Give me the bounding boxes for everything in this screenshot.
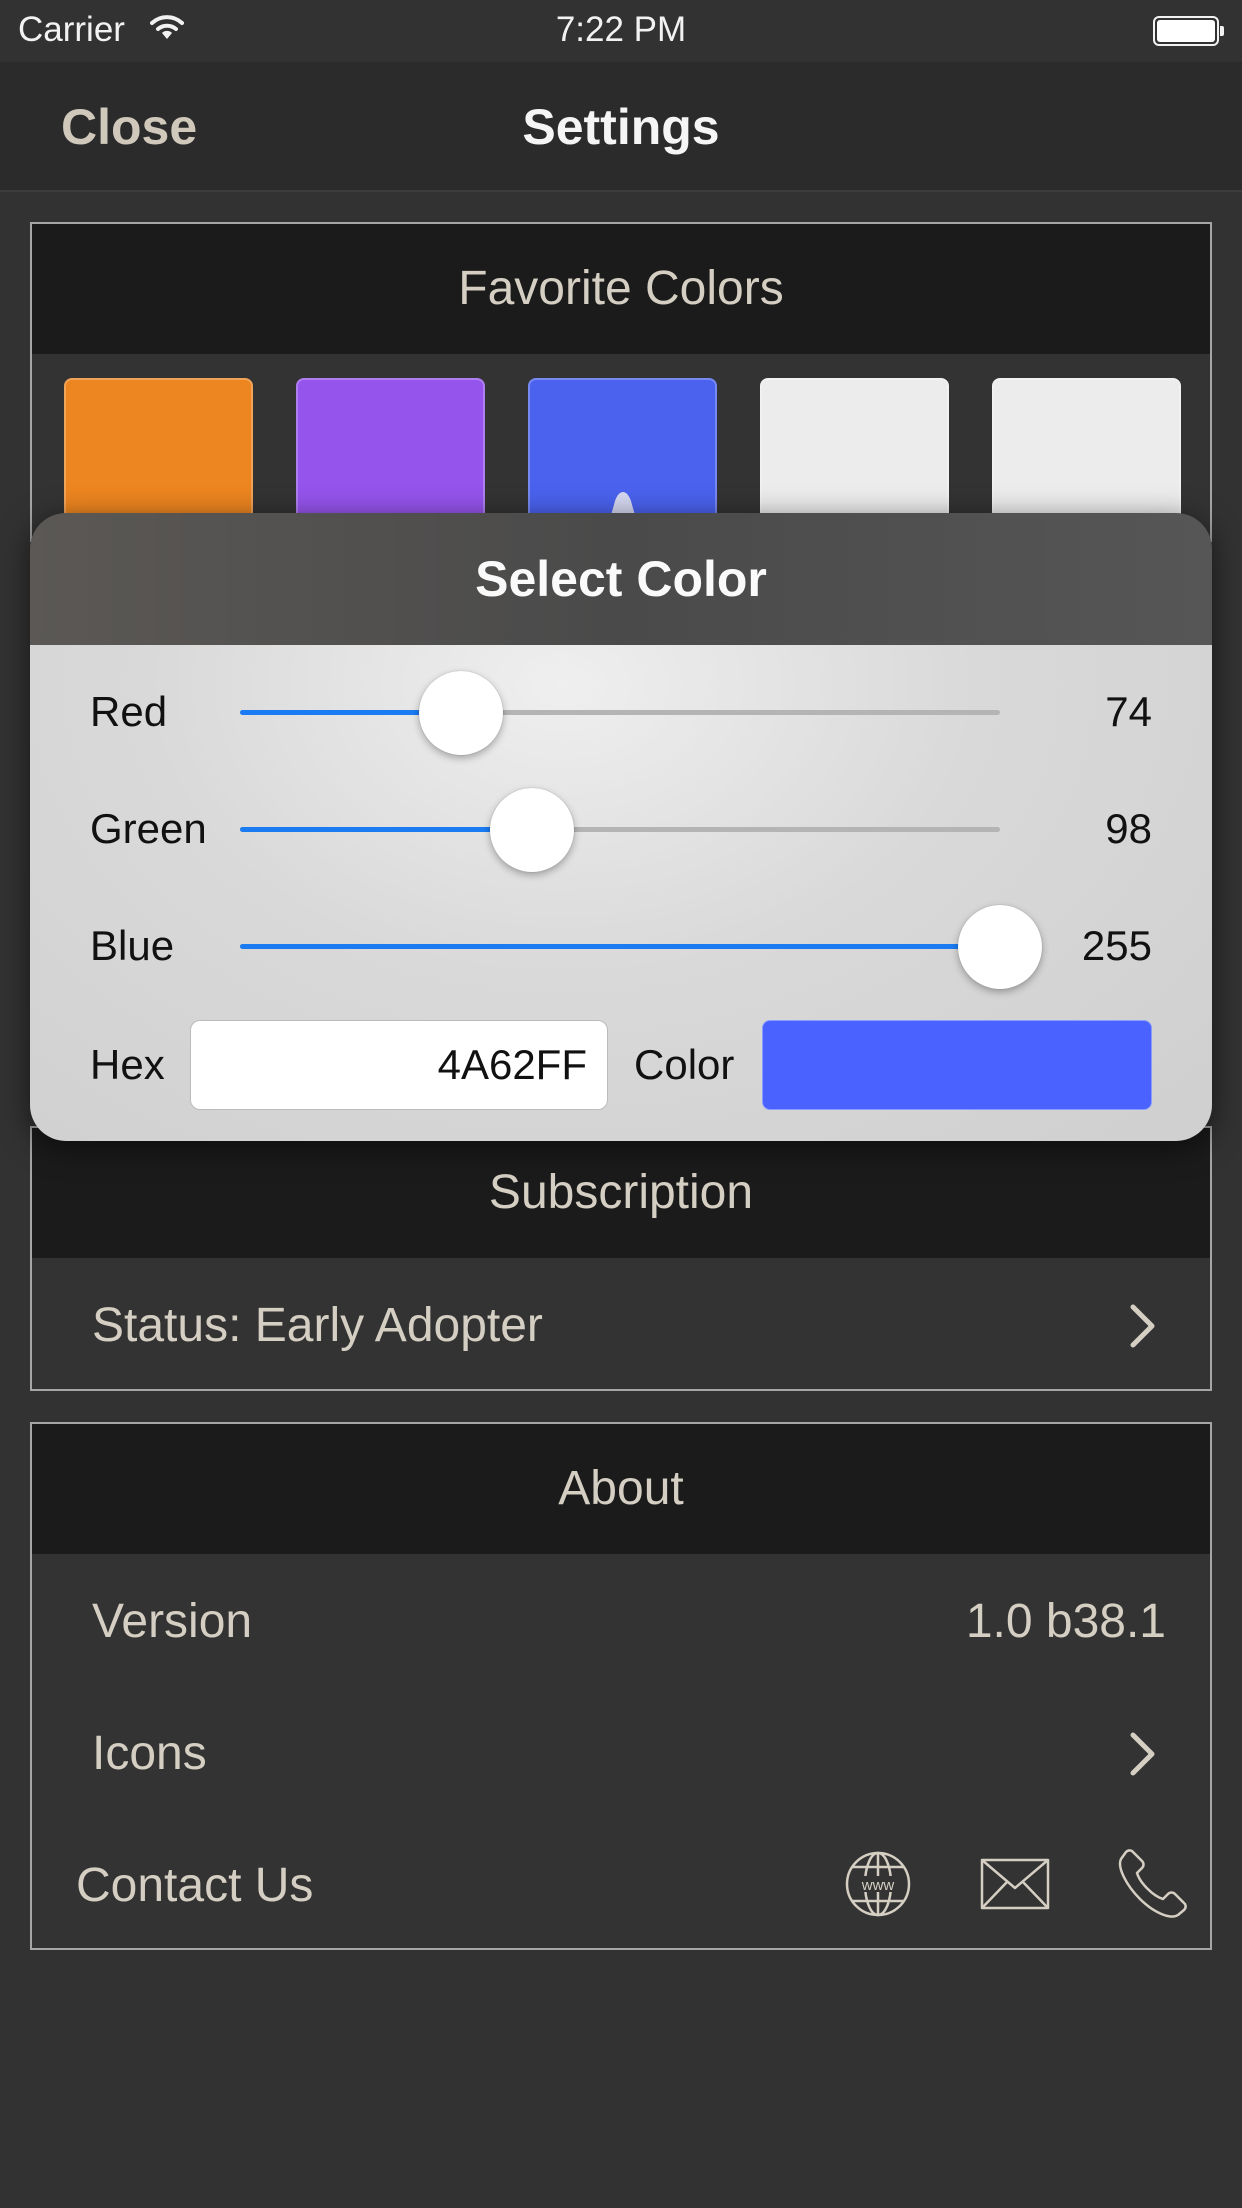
- red-label: Red: [90, 688, 168, 735]
- green-slider-thumb[interactable]: [490, 788, 575, 872]
- green-slider-fill: [240, 827, 533, 832]
- svg-text:www: www: [861, 1877, 895, 1894]
- icons-label: Icons: [92, 1727, 207, 1780]
- color-picker-popover: Select Color Red 74 Green 98 Blue 255 He…: [30, 513, 1212, 1141]
- contact-label: Contact Us: [76, 1859, 314, 1912]
- green-slider[interactable]: [240, 827, 1000, 832]
- contact-row: Contact Us www: [32, 1820, 1210, 1952]
- color-picker-body: Red 74 Green 98 Blue 255 Hex Color: [30, 645, 1212, 1141]
- blue-slider-row: Blue 255: [30, 896, 1212, 996]
- globe-icon[interactable]: www: [844, 1850, 912, 1918]
- subscription-header: Subscription: [32, 1128, 1210, 1258]
- favorite-colors-header: Favorite Colors: [32, 224, 1210, 354]
- blue-value: 255: [1081, 922, 1152, 969]
- icons-row[interactable]: Icons: [32, 1688, 1210, 1820]
- status-bar: Carrier 7:22 PM: [0, 0, 1242, 62]
- red-value: 74: [1105, 688, 1152, 735]
- battery-icon: [1153, 16, 1224, 46]
- phone-icon[interactable]: [1118, 1848, 1188, 1918]
- hex-label: Hex: [90, 1041, 165, 1088]
- chevron-right-icon: [1130, 1732, 1155, 1776]
- hex-input[interactable]: [190, 1020, 608, 1110]
- version-value: 1.0 b38.1: [965, 1595, 1166, 1648]
- blue-label: Blue: [90, 922, 175, 969]
- subscription-status-label: Status: Early Adopter: [92, 1299, 543, 1352]
- subscription-status-row[interactable]: Status: Early Adopter: [32, 1260, 1210, 1392]
- version-row: Version 1.0 b38.1: [32, 1556, 1210, 1688]
- version-label: Version: [92, 1595, 253, 1648]
- subscription-section: Subscription Status: Early Adopter: [30, 1126, 1212, 1391]
- color-picker-title: Select Color: [30, 513, 1212, 645]
- red-slider-row: Red 74: [30, 662, 1212, 762]
- red-slider[interactable]: [240, 710, 1000, 715]
- color-label: Color: [634, 1041, 735, 1088]
- page-title: Settings: [522, 99, 720, 155]
- about-header: About: [32, 1424, 1210, 1554]
- favorite-colors-section: Favorite Colors: [30, 222, 1212, 542]
- nav-bar: Close Settings: [0, 62, 1242, 192]
- mail-icon[interactable]: [980, 1858, 1050, 1910]
- blue-slider-thumb[interactable]: [958, 905, 1042, 989]
- blue-slider-fill: [240, 944, 1000, 949]
- green-label: Green: [90, 805, 207, 852]
- blue-slider[interactable]: [240, 944, 1000, 949]
- green-value: 98: [1105, 805, 1152, 852]
- about-section: About Version 1.0 b38.1 Icons Contact Us…: [30, 1422, 1212, 1950]
- color-preview: [762, 1020, 1152, 1110]
- green-slider-row: Green 98: [30, 779, 1212, 879]
- chevron-right-icon: [1130, 1304, 1155, 1348]
- red-slider-thumb[interactable]: [418, 671, 503, 755]
- clock: 7:22 PM: [555, 10, 687, 49]
